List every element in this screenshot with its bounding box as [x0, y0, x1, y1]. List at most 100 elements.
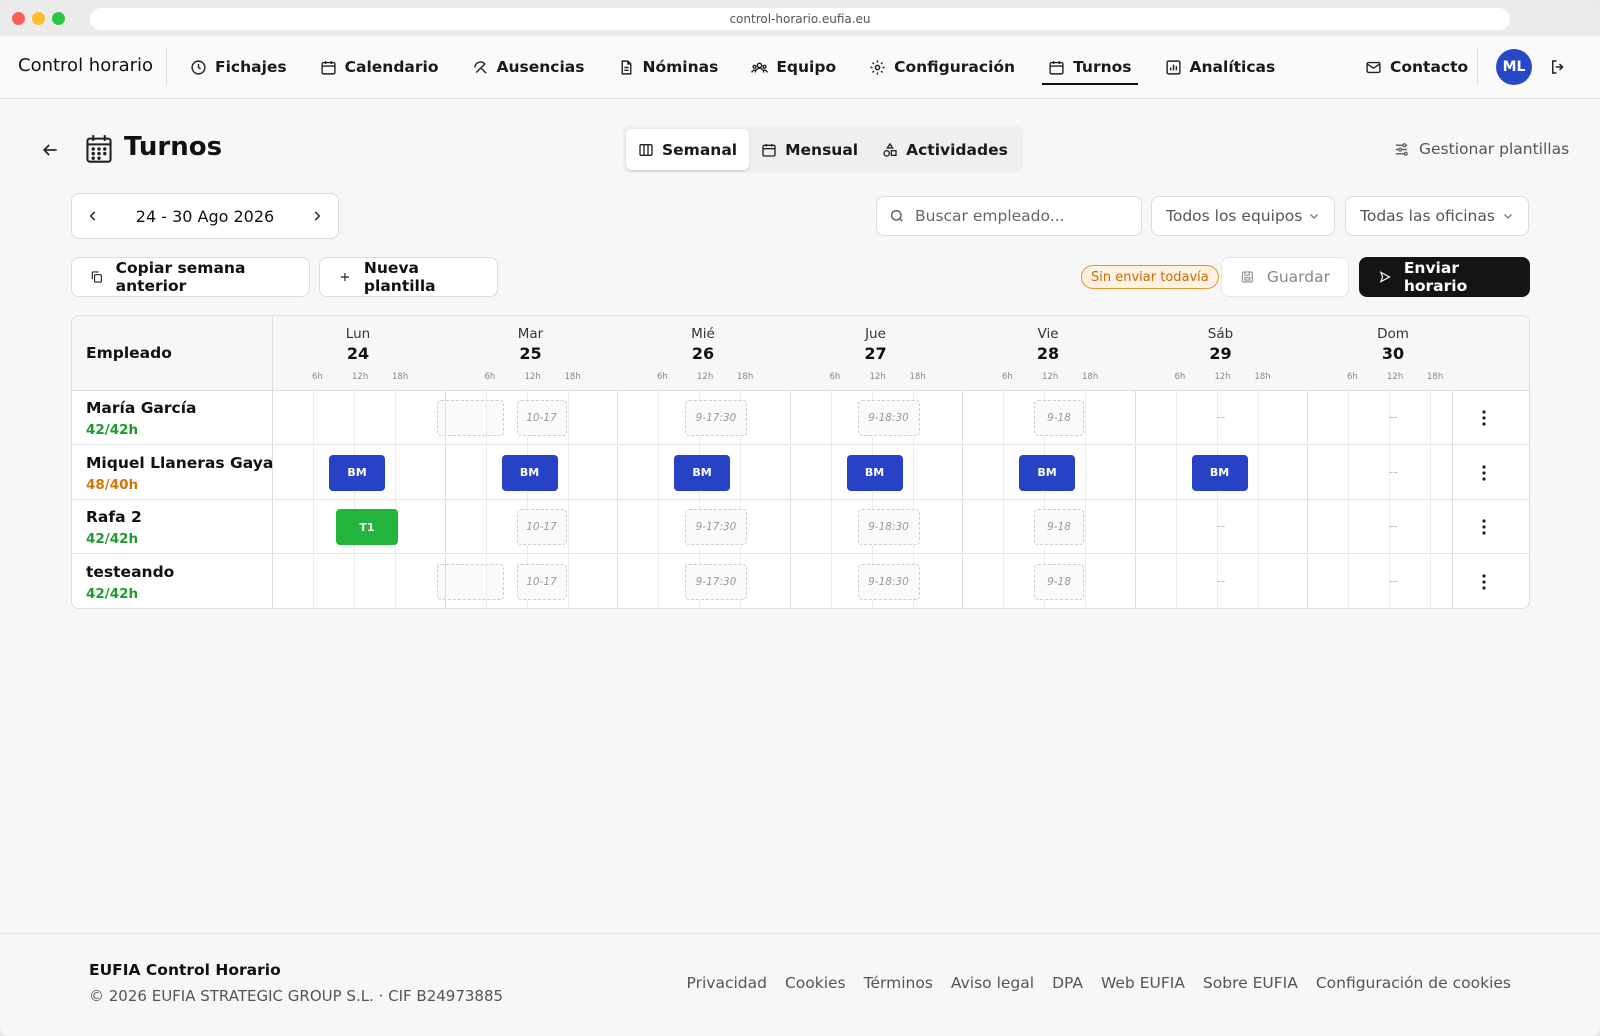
- shift-block[interactable]: BM: [674, 454, 730, 491]
- offices-select[interactable]: Todas las oficinas: [1345, 196, 1529, 236]
- nav-item-nóminas[interactable]: Nóminas: [618, 36, 718, 98]
- send-schedule-button[interactable]: Enviar horario: [1359, 257, 1530, 297]
- footer-link[interactable]: Términos: [864, 974, 933, 992]
- logout-icon[interactable]: [1549, 58, 1567, 76]
- day-number: 27: [864, 344, 887, 363]
- empty-cell[interactable]: --: [1389, 574, 1398, 588]
- day-divider: [617, 554, 618, 608]
- tab-semanal[interactable]: Semanal: [626, 129, 750, 170]
- template-shift-placeholder[interactable]: 9-18:30: [857, 509, 920, 545]
- empty-cell[interactable]: --: [1217, 574, 1226, 588]
- app-window: control-horario.eufia.eu Control horario…: [0, 0, 1600, 1036]
- employee-name[interactable]: Miquel Llaneras Gaya: [86, 454, 273, 472]
- row-menu-button[interactable]: [1473, 406, 1495, 430]
- footer-link[interactable]: DPA: [1052, 974, 1083, 992]
- chevron-down-icon: [1310, 214, 1318, 219]
- day-divider: [444, 391, 446, 444]
- search-input[interactable]: [915, 207, 1125, 225]
- template-shift-placeholder[interactable]: 9-18: [1034, 563, 1084, 600]
- shift-block[interactable]: T1: [336, 509, 398, 545]
- template-shift-placeholder[interactable]: 9-17:30: [685, 400, 747, 436]
- shift-block[interactable]: BM: [846, 454, 903, 491]
- day-number: 26: [691, 344, 715, 363]
- empty-cell[interactable]: --: [1217, 519, 1226, 533]
- nav-item-configuración[interactable]: Configuración: [869, 36, 1015, 98]
- footer-link[interactable]: Configuración de cookies: [1316, 974, 1511, 992]
- tab-mensual[interactable]: Mensual: [749, 129, 870, 170]
- template-shift-placeholder[interactable]: 10-17: [516, 509, 567, 545]
- template-shift-placeholder[interactable]: 10-17: [516, 563, 567, 600]
- employee-hours: 42/42h: [86, 422, 139, 438]
- day-divider: [1134, 391, 1136, 444]
- hour-gridline: [485, 554, 487, 608]
- template-shift-placeholder[interactable]: 9-17:30: [685, 509, 747, 545]
- shift-block[interactable]: BM: [501, 454, 558, 491]
- minimize-window-button[interactable]: [32, 12, 45, 25]
- maximize-window-button[interactable]: [52, 12, 65, 25]
- template-shift-placeholder[interactable]: [437, 563, 504, 600]
- tab-actividades[interactable]: Actividades: [870, 129, 1020, 170]
- footer-link[interactable]: Web EUFIA: [1101, 974, 1185, 992]
- hour-tick: 12h: [1387, 372, 1404, 382]
- copy-previous-week-button[interactable]: Copiar semana anterior: [71, 257, 310, 297]
- empty-cell[interactable]: --: [1217, 410, 1226, 424]
- nav-item-calendario[interactable]: Calendario: [320, 36, 439, 98]
- save-button[interactable]: Guardar: [1221, 257, 1349, 297]
- copy-icon: [91, 271, 102, 283]
- template-shift-placeholder[interactable]: 10-17: [516, 400, 567, 436]
- day-name: Dom: [1377, 326, 1409, 342]
- nav-item-turnos[interactable]: Turnos: [1042, 36, 1139, 98]
- nav-item-analíticas[interactable]: Analíticas: [1165, 36, 1275, 98]
- employee-name[interactable]: Rafa 2: [86, 508, 142, 526]
- manage-templates-button[interactable]: Gestionar plantillas: [1393, 140, 1569, 158]
- search-icon: [891, 210, 903, 222]
- shift-block[interactable]: BM: [1191, 454, 1248, 491]
- template-shift-placeholder[interactable]: [437, 400, 504, 436]
- template-shift-placeholder[interactable]: 9-17:30: [685, 563, 747, 600]
- chevron-left-icon[interactable]: [86, 209, 100, 223]
- empty-cell[interactable]: --: [1389, 410, 1398, 424]
- template-shift-placeholder[interactable]: 9-18: [1034, 509, 1084, 545]
- new-template-button[interactable]: Nueva plantilla: [319, 257, 498, 297]
- template-shift-placeholder[interactable]: 9-18:30: [857, 563, 920, 600]
- footer-link[interactable]: Sobre EUFIA: [1203, 974, 1298, 992]
- day-divider: [789, 391, 791, 444]
- back-arrow-icon[interactable]: [40, 140, 60, 160]
- template-shift-placeholder[interactable]: 9-18: [1034, 400, 1084, 436]
- employee-search: [876, 196, 1142, 236]
- app-brand[interactable]: Control horario: [18, 55, 153, 76]
- columns-icon: [639, 143, 653, 156]
- empty-cell[interactable]: --: [1389, 519, 1398, 533]
- contact-link[interactable]: Contacto: [1365, 36, 1468, 98]
- nav-item-equipo[interactable]: Equipo: [751, 36, 836, 98]
- footer-link[interactable]: Cookies: [785, 974, 846, 992]
- more-vertical-icon: [1482, 410, 1486, 426]
- row-menu-button[interactable]: [1473, 570, 1495, 594]
- avatar[interactable]: ML: [1496, 49, 1532, 85]
- nav-item-ausencias[interactable]: Ausencias: [472, 36, 585, 98]
- empty-cell[interactable]: --: [1389, 465, 1398, 479]
- shift-block[interactable]: BM: [329, 454, 385, 491]
- team-icon: [751, 62, 769, 73]
- close-window-button[interactable]: [12, 12, 25, 25]
- template-shift-placeholder[interactable]: 9-18:30: [857, 400, 920, 436]
- hour-tick: 6h: [1347, 372, 1358, 382]
- day-divider: [789, 445, 791, 499]
- day-header: Sáb 29: [1135, 326, 1307, 363]
- employee-name[interactable]: María García: [86, 399, 196, 417]
- row-menu-button[interactable]: [1473, 515, 1495, 539]
- nav-item-label: Equipo: [776, 58, 837, 76]
- employee-name[interactable]: testeando: [86, 563, 174, 581]
- chevron-right-icon[interactable]: [310, 209, 324, 223]
- nav-item-fichajes[interactable]: Fichajes: [190, 36, 287, 98]
- employee-hours: 48/40h: [86, 476, 139, 493]
- teams-select[interactable]: Todos los equipos: [1151, 196, 1335, 236]
- shift-block[interactable]: BM: [1019, 454, 1075, 491]
- address-bar[interactable]: control-horario.eufia.eu: [90, 8, 1510, 30]
- footer-link[interactable]: Privacidad: [687, 974, 767, 992]
- hour-gridline: [1003, 445, 1004, 499]
- row-menu-button[interactable]: [1473, 461, 1495, 485]
- footer-link[interactable]: Aviso legal: [951, 974, 1034, 992]
- day-number: 30: [1381, 344, 1405, 363]
- document-icon: [621, 59, 631, 75]
